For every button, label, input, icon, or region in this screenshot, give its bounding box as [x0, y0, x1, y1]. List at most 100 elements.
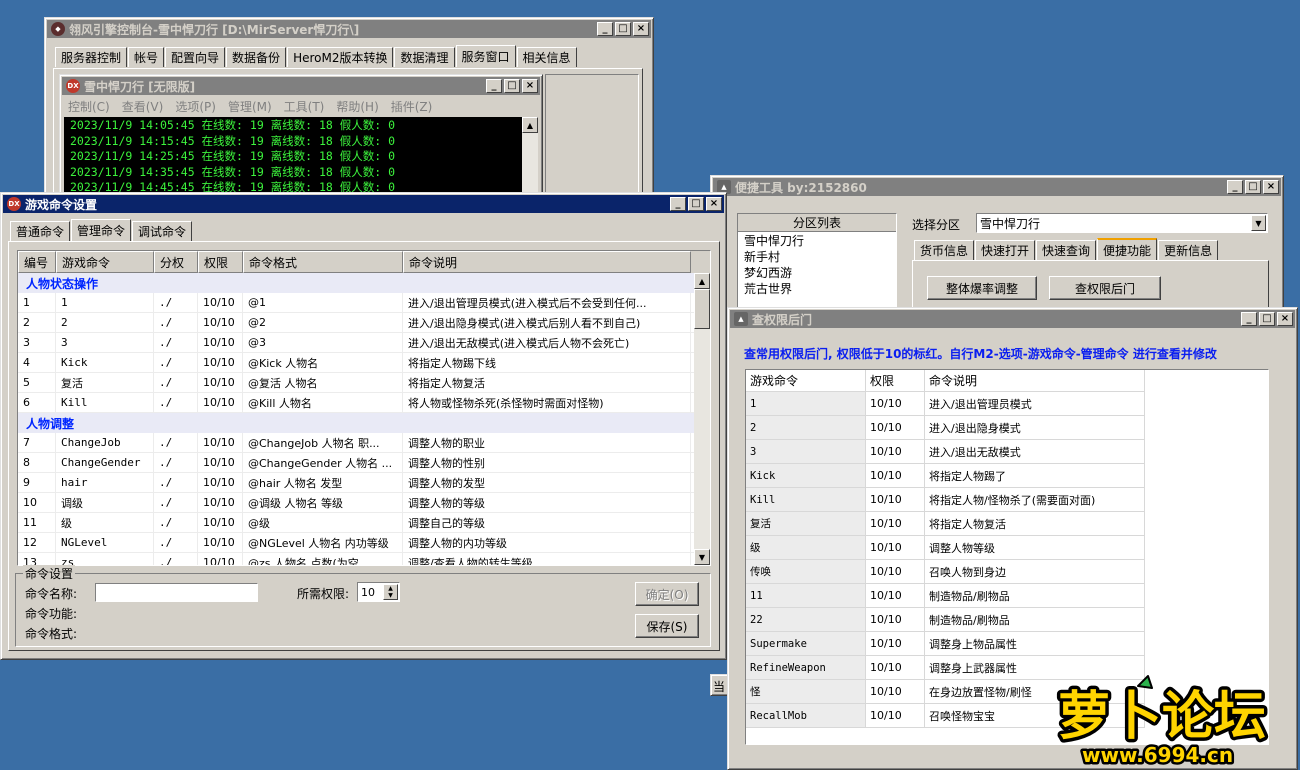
- command-row[interactable]: 9 hair ./10/10 @hair 人物名 发型 调整人物的发型: [18, 472, 710, 493]
- minimize-button[interactable]: _: [1227, 180, 1243, 194]
- minimize-button[interactable]: _: [670, 197, 686, 211]
- minimize-button[interactable]: _: [597, 22, 613, 36]
- maximize-button[interactable]: □: [1259, 312, 1275, 326]
- save-button[interactable]: 保存(S): [635, 614, 699, 638]
- maximize-button[interactable]: □: [615, 22, 631, 36]
- log-scrollbar[interactable]: ▲: [522, 117, 538, 197]
- close-button[interactable]: ×: [1263, 180, 1279, 194]
- tab-convenient-functions[interactable]: 便捷功能: [1097, 238, 1158, 260]
- command-row[interactable]: 7 ChangeJob ./10/10 @ChangeJob 人物名 职... 调整人物…: [18, 432, 710, 453]
- command-row[interactable]: 6 Kill ./10/10 @Kill 人物名 将人物或怪物杀死(杀怪物时需面对怪物): [18, 392, 710, 413]
- command-cell: 调整/查看人物的转生等级: [403, 552, 691, 565]
- backdoor-row[interactable]: 11 10/10 制造物品/刷物品: [746, 584, 1268, 608]
- tab-server-control[interactable]: 服务器控制: [55, 47, 128, 67]
- tab-update-info[interactable]: 更新信息: [1158, 240, 1219, 260]
- confirm-button[interactable]: 确定(O): [635, 582, 699, 606]
- backdoor-row[interactable]: 级 10/10 调整人物等级: [746, 536, 1268, 560]
- tab-currency-info[interactable]: 货币信息: [914, 240, 975, 260]
- tool-window-titlebar[interactable]: ▲ 便捷工具 by:2152860 _ □ ×: [713, 178, 1281, 196]
- zone-item[interactable]: 雪中悍刀行: [738, 232, 896, 248]
- command-table-scrollbar[interactable]: ▲ ▼: [694, 273, 710, 565]
- scroll-up-icon[interactable]: ▲: [522, 117, 538, 133]
- menu-view[interactable]: 查看(V): [122, 98, 164, 115]
- scroll-thumb[interactable]: [694, 289, 710, 329]
- command-row[interactable]: 5 复活 ./10/10 @复活 人物名 将指定人物复活: [18, 372, 710, 393]
- tab-account[interactable]: 帐号: [128, 47, 165, 67]
- backdoor-row[interactable]: 复活 10/10 将指定人物复活: [746, 512, 1268, 536]
- col-header-permission[interactable]: 权限: [198, 251, 243, 273]
- command-row[interactable]: 4 Kick ./10/10 @Kick 人物名 将指定人物踢下线: [18, 352, 710, 373]
- col-header-command[interactable]: 游戏命令: [746, 370, 866, 392]
- chevron-down-icon[interactable]: ▼: [1251, 215, 1266, 231]
- close-button[interactable]: ×: [1277, 312, 1293, 326]
- col-header-description[interactable]: 命令说明: [925, 370, 1145, 392]
- tab-data-backup[interactable]: 数据备份: [226, 47, 287, 67]
- command-row[interactable]: 3 3 ./10/10 @3 进入/退出无敌模式(进入模式后人物不会死亡): [18, 332, 710, 353]
- server-log-console[interactable]: 2023/11/9 14:05:45 在线数: 19 离线数: 18 假人数: …: [64, 117, 522, 197]
- maximize-button[interactable]: □: [1245, 180, 1261, 194]
- command-name-input[interactable]: [95, 583, 258, 602]
- col-header-description[interactable]: 命令说明: [403, 251, 691, 273]
- backdoor-row[interactable]: 22 10/10 制造物品/刷物品: [746, 608, 1268, 632]
- zone-item[interactable]: 梦幻西游: [738, 264, 896, 280]
- backdoor-row[interactable]: Kick 10/10 将指定人物踢了: [746, 464, 1268, 488]
- close-button[interactable]: ×: [633, 22, 649, 36]
- tab-related-info[interactable]: 相关信息: [516, 47, 577, 67]
- minimize-button[interactable]: _: [486, 79, 502, 93]
- zone-list[interactable]: 分区列表 雪中悍刀行 新手村 梦幻西游 荒古世界: [737, 213, 897, 313]
- tab-normal-commands[interactable]: 普通命令: [10, 221, 71, 241]
- menu-help[interactable]: 帮助(H): [336, 98, 378, 115]
- maximize-button[interactable]: □: [688, 197, 704, 211]
- col-header-permission[interactable]: 权限: [866, 370, 925, 392]
- backdoor-row[interactable]: Kill 10/10 将指定人物/怪物杀了(需要面对面): [746, 488, 1268, 512]
- command-row[interactable]: 12 NGLevel ./10/10 @NGLevel 人物名 内功等级 调整人物的内功…: [18, 532, 710, 553]
- backdoor-row[interactable]: 1 10/10 进入/退出管理员模式: [746, 392, 1268, 416]
- tab-herom2-convert[interactable]: HeroM2版本转换: [287, 47, 394, 67]
- backdoor-titlebar[interactable]: ▲ 查权限后门 _ □ ×: [730, 310, 1295, 328]
- check-backdoor-button[interactable]: 查权限后门: [1049, 276, 1161, 300]
- minimize-button[interactable]: _: [1241, 312, 1257, 326]
- scroll-down-icon[interactable]: ▼: [694, 549, 710, 565]
- permission-spinner[interactable]: 10 ▲ ▼: [357, 582, 400, 602]
- maximize-button[interactable]: □: [504, 79, 520, 93]
- command-row[interactable]: 10 调级 ./10/10 @调级 人物名 等级 调整人物的等级: [18, 492, 710, 513]
- backdoor-row[interactable]: 3 10/10 进入/退出无敌模式: [746, 440, 1268, 464]
- command-table[interactable]: 编号 游戏命令 分权 权限 命令格式 命令说明 人物状态操作 1 1 ./10/10 @…: [17, 250, 711, 566]
- server-log-titlebar[interactable]: DX 雪中悍刀行 [无限版] _ □ ×: [62, 77, 540, 95]
- game-command-titlebar[interactable]: DX 游戏命令设置 _ □ ×: [3, 195, 724, 213]
- tab-quick-open[interactable]: 快速打开: [975, 240, 1036, 260]
- zone-item[interactable]: 荒古世界: [738, 280, 896, 296]
- menu-control[interactable]: 控制(C): [68, 98, 110, 115]
- col-header-command[interactable]: 游戏命令: [56, 251, 154, 273]
- col-header-number[interactable]: 编号: [18, 251, 56, 273]
- tab-service-window[interactable]: 服务窗口: [455, 45, 516, 67]
- command-row[interactable]: 1 1 ./10/10 @1 进入/退出管理员模式(进入模式后不会受到任何...: [18, 292, 710, 313]
- menu-tools[interactable]: 工具(T): [284, 98, 325, 115]
- zone-item[interactable]: 新手村: [738, 248, 896, 264]
- close-button[interactable]: ×: [522, 79, 538, 93]
- backdoor-row[interactable]: 2 10/10 进入/退出隐身模式: [746, 416, 1268, 440]
- zone-select[interactable]: 雪中悍刀行 ▼: [976, 213, 1268, 233]
- command-row[interactable]: 2 2 ./10/10 @2 进入/退出隐身模式(进入模式后别人看不到自己): [18, 312, 710, 333]
- backdoor-row[interactable]: 传唤 10/10 召唤人物到身边: [746, 560, 1268, 584]
- tab-debug-commands[interactable]: 调试命令: [132, 221, 193, 241]
- command-row[interactable]: 13 zs ./10/10 @zs 人物名 点数(为空... 调整/查看人物的转生等级: [18, 552, 710, 565]
- scroll-up-icon[interactable]: ▲: [694, 273, 710, 289]
- drop-rate-adjust-button[interactable]: 整体爆率调整: [927, 276, 1037, 300]
- menu-manage[interactable]: 管理(M): [228, 98, 272, 115]
- command-row[interactable]: 8 ChangeGender ./10/10 @ChangeGender 人物名 ..…: [18, 452, 710, 473]
- backdoor-row[interactable]: Supermake 10/10 调整身上物品属性: [746, 632, 1268, 656]
- spin-updown-icon[interactable]: ▲ ▼: [383, 584, 398, 600]
- menu-options[interactable]: 选项(P): [175, 98, 216, 115]
- tab-admin-commands[interactable]: 管理命令: [71, 219, 132, 241]
- tab-data-clean[interactable]: 数据清理: [394, 47, 455, 67]
- col-header-format[interactable]: 命令格式: [243, 251, 403, 273]
- tab-quick-query[interactable]: 快速查询: [1036, 240, 1097, 260]
- tab-config-wizard[interactable]: 配置向导: [165, 47, 226, 67]
- col-header-delegate[interactable]: 分权: [154, 251, 198, 273]
- command-cell: 调整人物的发型: [403, 472, 691, 493]
- menu-plugins[interactable]: 插件(Z): [391, 98, 433, 115]
- engine-console-titlebar[interactable]: ◆ 翎风引擎控制台-雪中悍刀行 [D:\MirServer悍刀行\] _ □ ×: [47, 20, 651, 38]
- command-row[interactable]: 11 级 ./10/10 @级 调整自己的等级: [18, 512, 710, 533]
- close-button[interactable]: ×: [706, 197, 722, 211]
